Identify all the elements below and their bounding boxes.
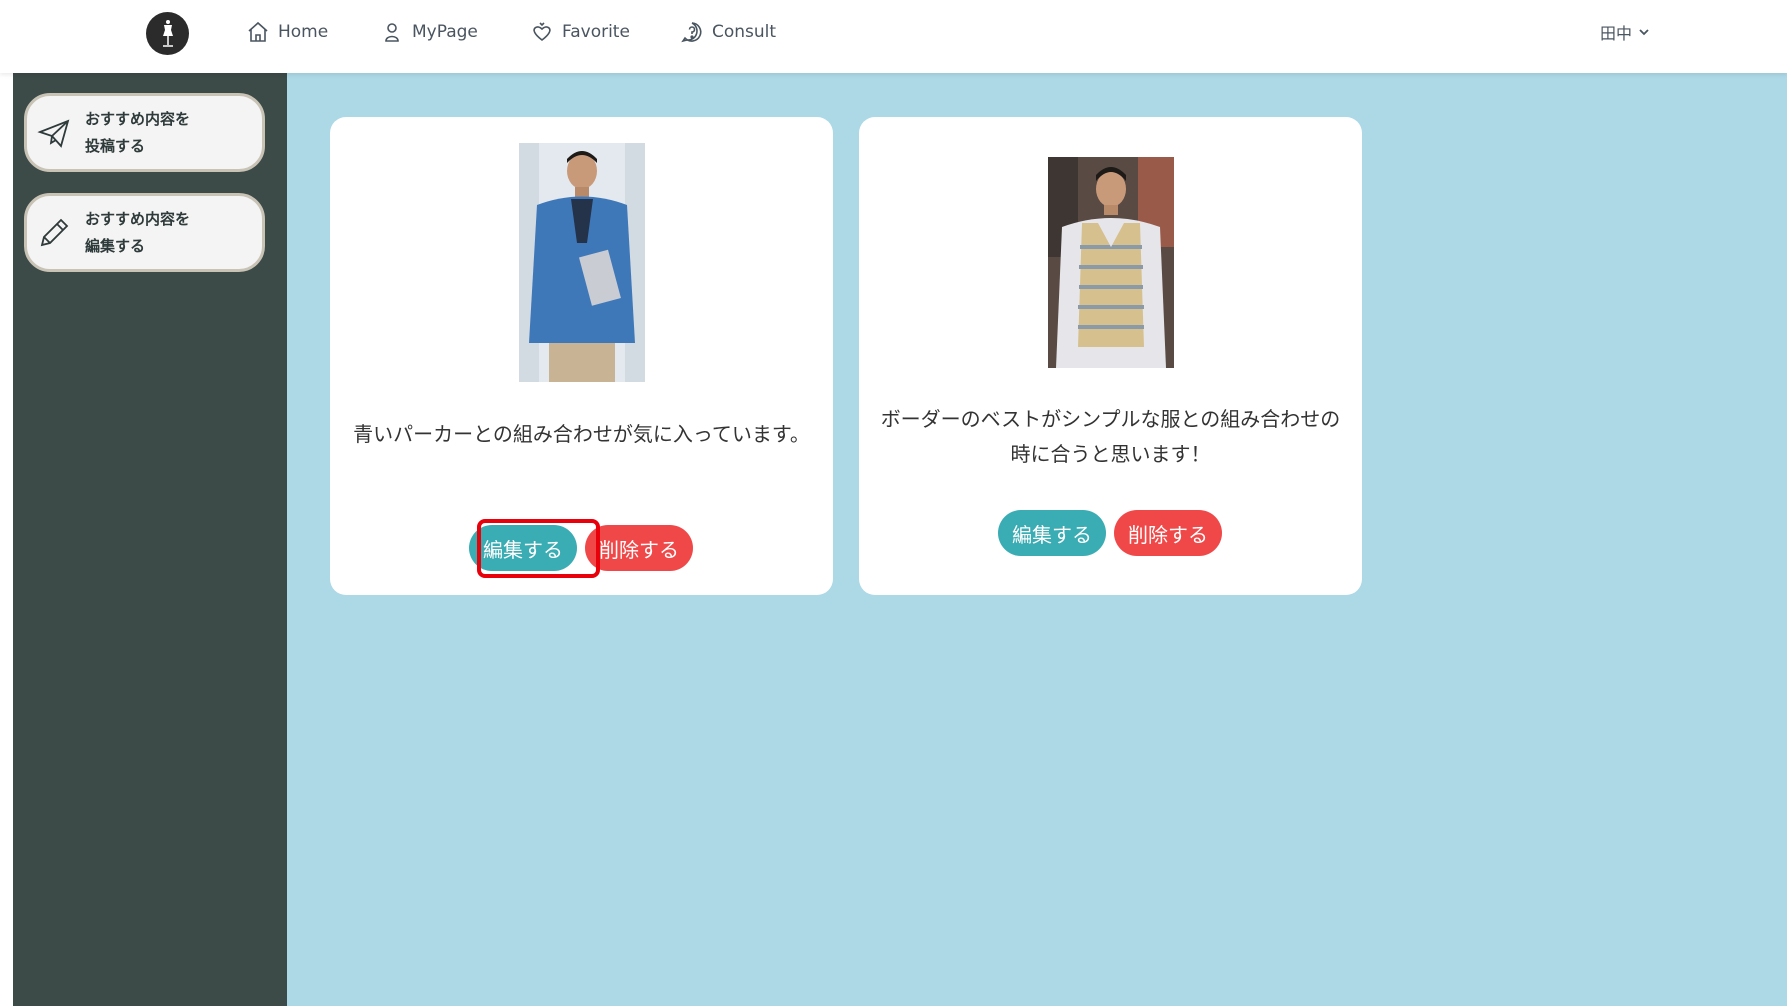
nav-favorite[interactable]: Favorite [530,18,630,46]
highlight-box [477,519,600,578]
chevron-down-icon [1639,29,1649,36]
edit-button[interactable]: 編集する [998,510,1106,556]
nav-mypage-label: MyPage [412,22,478,42]
nav-mypage[interactable]: MyPage [380,18,478,46]
main-content: 青いパーカーとの組み合わせが気に入っています。 編集する 削除する ボーダーのベ… [287,73,1787,1006]
dress-form-icon [162,19,173,47]
user-menu[interactable]: 田中 [1600,20,1650,44]
nav-home-label: Home [278,22,329,42]
nav-consult[interactable]: Consult [680,18,776,46]
heart-icon [533,22,551,42]
paper-plane-icon [37,119,70,148]
striped-vest-figure-image [1048,157,1174,368]
home-icon [248,21,268,42]
nav-home[interactable]: Home [246,18,328,46]
sidebar-post-button[interactable]: おすすめ内容を 投稿する [24,93,265,172]
nav-favorite-label: Favorite [562,22,630,42]
question-icon [681,22,702,43]
sidebar: おすすめ内容を 投稿する おすすめ内容を 編集する [13,73,287,1006]
sidebar-post-label: おすすめ内容を 投稿する [85,109,191,155]
recommendation-card: 青いパーカーとの組み合わせが気に入っています。 編集する 削除する [330,117,833,595]
outfit-photo [519,143,645,382]
delete-button[interactable]: 削除する [585,525,693,571]
sidebar-edit-label: おすすめ内容を 編集する [85,209,191,255]
logo[interactable] [146,12,189,55]
user-icon [385,23,399,42]
outfit-photo [1048,157,1174,368]
recommendation-card: ボーダーのベストがシンプルな服との組み合わせの時に合うと思います！ 編集する 削… [859,117,1362,595]
denim-jacket-figure-image [519,143,645,382]
sidebar-edit-button[interactable]: おすすめ内容を 編集する [24,193,265,272]
nav-consult-label: Consult [712,22,777,42]
pencil-icon [40,218,69,246]
top-navbar: Home MyPage Favorite Consult 田中 [0,0,1787,73]
user-name: 田中 [1600,24,1633,43]
delete-button[interactable]: 削除する [1114,510,1222,556]
card-description: 青いパーカーとの組み合わせが気に入っています。 [353,422,810,446]
card-description: ボーダーのベストがシンプルな服との組み合わせの時に合うと思います！ [880,407,1341,466]
